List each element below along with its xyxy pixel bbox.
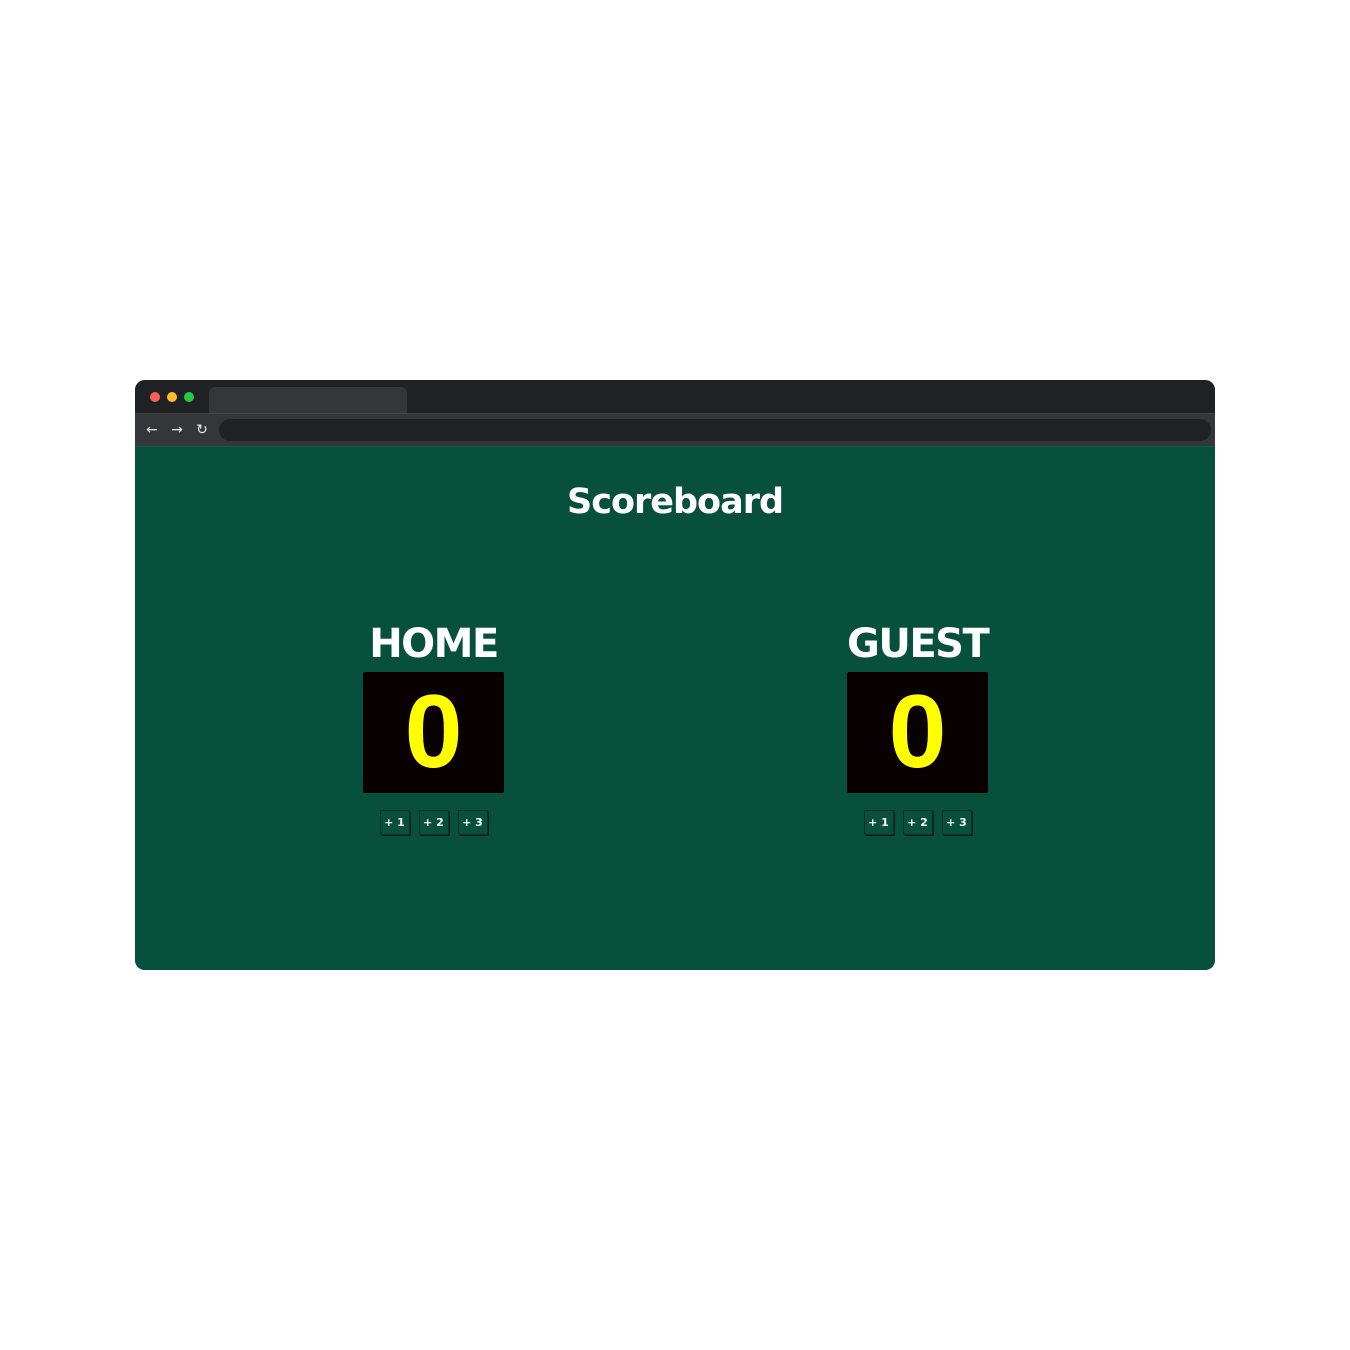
home-score-display: 0 xyxy=(363,672,504,793)
reload-icon[interactable]: ↻ xyxy=(193,420,211,440)
guest-score-buttons: + 1 + 2 + 3 xyxy=(847,810,988,835)
guest-add-3-button[interactable]: + 3 xyxy=(941,810,972,835)
browser-tab[interactable] xyxy=(209,387,407,413)
home-team-name: HOME xyxy=(369,621,499,667)
browser-toolbar: ← → ↻ xyxy=(135,413,1215,446)
guest-add-2-button[interactable]: + 2 xyxy=(902,810,933,835)
guest-add-1-button[interactable]: + 1 xyxy=(863,810,894,835)
home-add-3-button[interactable]: + 3 xyxy=(457,810,488,835)
guest-score-display: 0 xyxy=(847,672,988,793)
arrow-left-icon[interactable]: ← xyxy=(143,420,161,440)
page-content: Scoreboard HOME 0 + 1 + 2 + 3 GUEST 0 + … xyxy=(135,446,1215,970)
guest-team-panel: GUEST 0 + 1 + 2 + 3 xyxy=(847,620,990,835)
browser-window: ← → ↻ Scoreboard HOME 0 + 1 + 2 + 3 GUES… xyxy=(135,380,1215,970)
home-add-1-button[interactable]: + 1 xyxy=(379,810,410,835)
arrow-right-icon[interactable]: → xyxy=(168,420,186,440)
browser-titlebar xyxy=(135,380,1215,413)
page-title: Scoreboard xyxy=(566,482,784,522)
minimize-window-button[interactable] xyxy=(167,392,177,402)
home-team-panel: HOME 0 + 1 + 2 + 3 xyxy=(363,620,504,835)
home-add-2-button[interactable]: + 2 xyxy=(418,810,449,835)
maximize-window-button[interactable] xyxy=(184,392,194,402)
address-bar[interactable] xyxy=(219,419,1211,441)
close-window-button[interactable] xyxy=(150,392,160,402)
home-score-buttons: + 1 + 2 + 3 xyxy=(363,810,504,835)
guest-team-name: GUEST xyxy=(847,621,990,667)
